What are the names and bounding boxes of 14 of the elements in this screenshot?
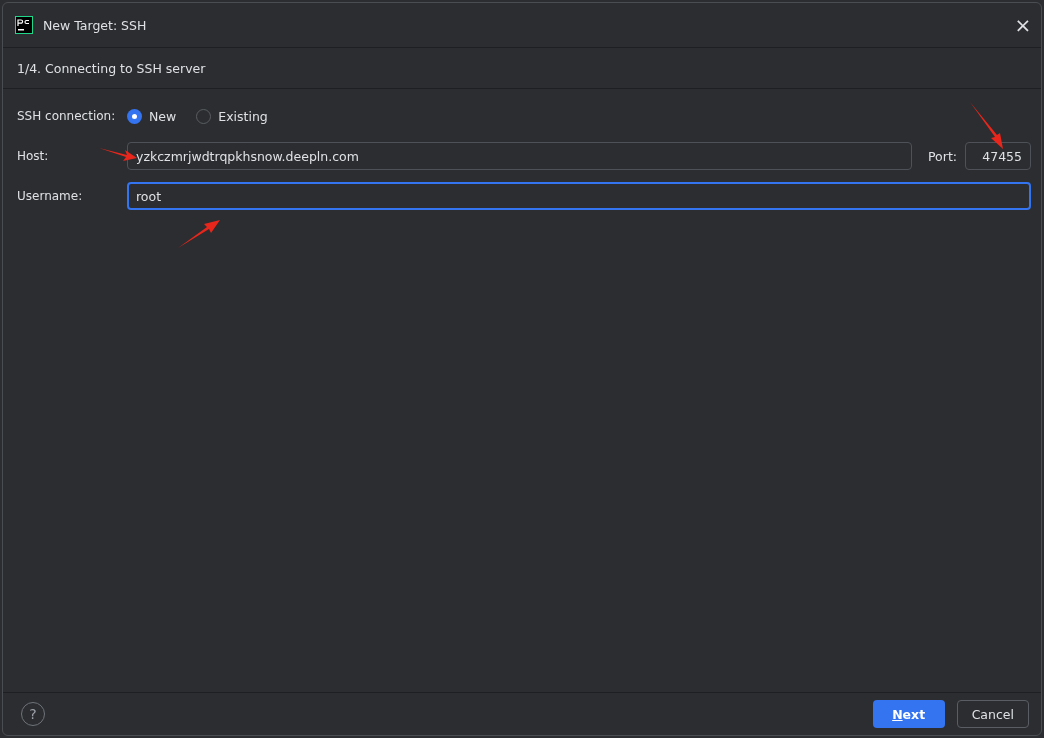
window-title: New Target: SSH bbox=[43, 17, 148, 33]
close-button[interactable]: × bbox=[1005, 7, 1041, 43]
field-label: Host: bbox=[17, 149, 50, 163]
field-label: Port: bbox=[928, 148, 957, 164]
next-button[interactable]: Next bbox=[872, 700, 945, 728]
field-label: SSH connection: bbox=[17, 109, 117, 123]
radio-option[interactable]: Existing bbox=[196, 108, 268, 124]
cancel-button[interactable]: Cancel bbox=[956, 700, 1029, 728]
host-field[interactable]: yzkczmrjwdtrqpkhsnow.deepln.com bbox=[127, 142, 912, 170]
username-field[interactable]: root bbox=[127, 182, 1031, 210]
port-field[interactable]: 47455 bbox=[965, 142, 1031, 170]
radio-option[interactable]: New bbox=[127, 108, 177, 124]
step-title: 1/4. Connecting to SSH server bbox=[3, 48, 1041, 89]
field-label: Username: bbox=[17, 189, 84, 203]
